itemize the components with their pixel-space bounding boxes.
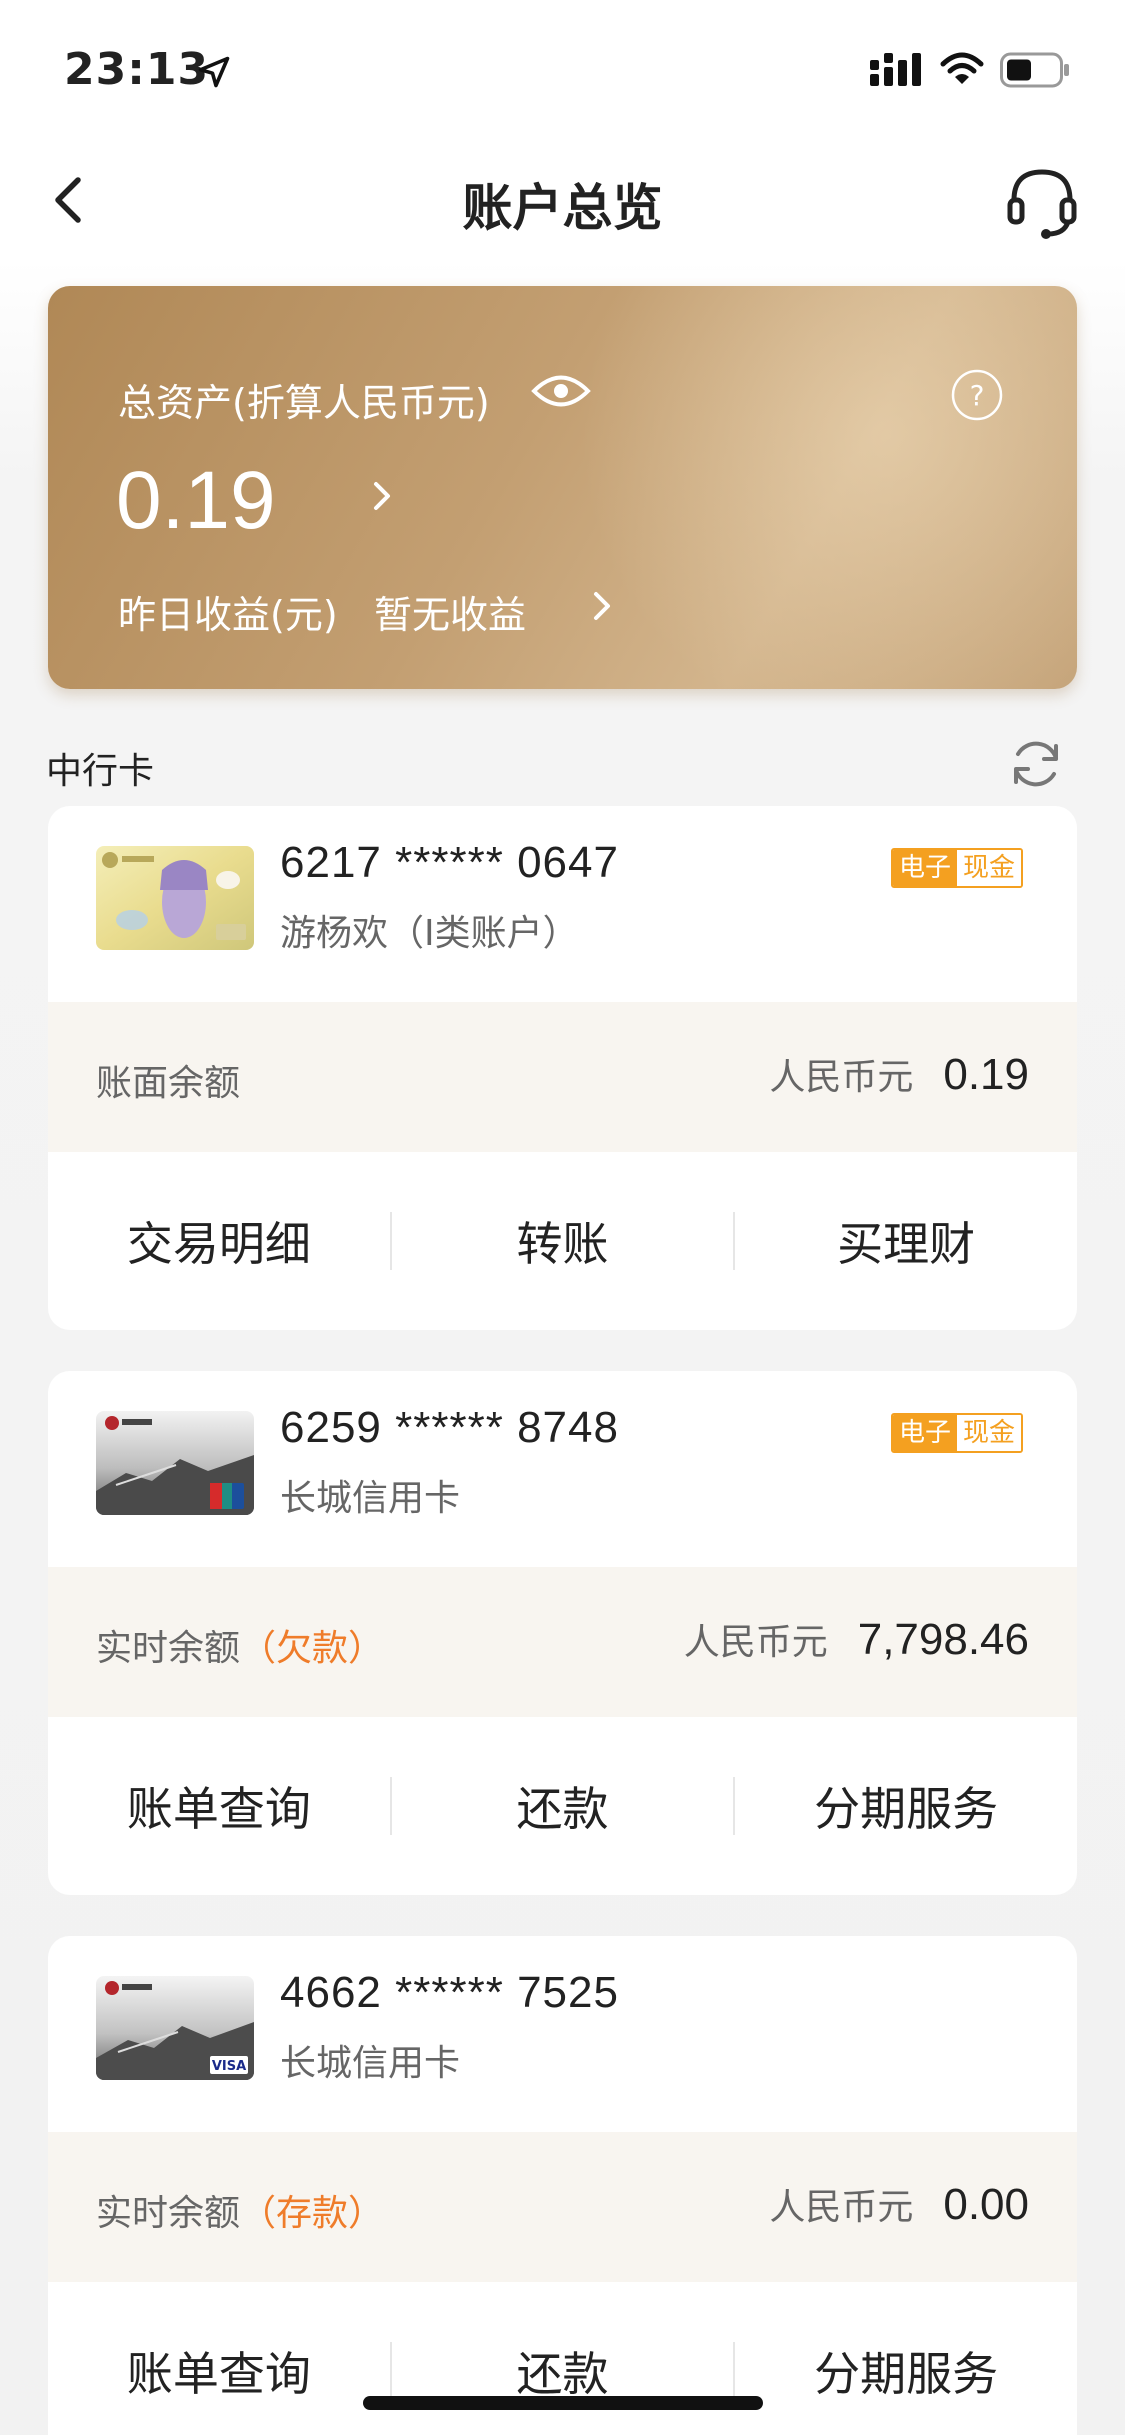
headset-icon[interactable] bbox=[1004, 164, 1080, 240]
status-bar: 23:13 bbox=[0, 0, 1125, 140]
card-product-name: 长城信用卡 bbox=[280, 1478, 461, 1519]
card-number: 6217 ****** 0647 bbox=[280, 838, 619, 887]
bill-inquiry-button[interactable]: 账单查询 bbox=[48, 2338, 390, 2404]
balance-amount-group: 人民币元 0.00 bbox=[769, 2178, 1029, 2230]
battery-icon bbox=[1000, 52, 1069, 88]
yesterday-earnings-value: 暂无收益 bbox=[374, 593, 527, 637]
account-card[interactable]: 6217 ****** 0647 游杨欢（I类账户） 电子 现金 账面余额 人民… bbox=[48, 806, 1077, 1330]
credit-card-thumbnail: VISA bbox=[96, 1976, 254, 2080]
total-assets-card[interactable]: 总资产(折算人民币元) ? 0.19 昨日收益(元) 暂无收益 bbox=[48, 286, 1077, 689]
badge-part-cash: 现金 bbox=[956, 1415, 1021, 1451]
wifi-icon bbox=[940, 52, 984, 84]
account-card[interactable]: VISA 4662 ****** 7525 长城信用卡 实时余额（存款） 人民币… bbox=[48, 1936, 1077, 2435]
balance-label-text: 实时余额 bbox=[96, 2193, 241, 2234]
balance-label: 实时余额（存款） bbox=[96, 2184, 384, 2236]
signal-icon bbox=[870, 53, 921, 86]
balance-amount-group: 人民币元 0.19 bbox=[769, 1048, 1029, 1100]
account-overview-page: 23:13 账户总览 总资产(折算人民币元) ? 0.19 昨日收益(元) 暂无… bbox=[0, 0, 1125, 2435]
balance-label: 实时余额（欠款） bbox=[96, 1619, 384, 1671]
page-title: 账户总览 bbox=[462, 179, 663, 237]
eye-icon[interactable] bbox=[530, 370, 592, 412]
balance-label-text: 账面余额 bbox=[96, 1063, 241, 1104]
currency-label: 人民币元 bbox=[769, 2187, 914, 2228]
repayment-button[interactable]: 还款 bbox=[392, 2338, 734, 2404]
balance-amount: 0.19 bbox=[943, 1050, 1029, 1099]
card-number: 4662 ****** 7525 bbox=[280, 1968, 619, 2017]
card-product-name: 长城信用卡 bbox=[280, 2043, 461, 2084]
account-holder-name: 游杨欢（I类账户） bbox=[280, 913, 579, 954]
balance-amount-group: 人民币元 7,798.46 bbox=[684, 1613, 1029, 1665]
svg-text:VISA: VISA bbox=[212, 2059, 246, 2074]
nav-bar: 账户总览 bbox=[0, 140, 1125, 260]
card-number: 6259 ****** 8748 bbox=[280, 1403, 619, 1452]
badge-part-cash: 现金 bbox=[956, 850, 1021, 886]
transaction-details-button[interactable]: 交易明细 bbox=[48, 1208, 390, 1274]
balance-status: （存款） bbox=[240, 2193, 385, 2234]
bill-inquiry-button[interactable]: 账单查询 bbox=[48, 1773, 390, 1839]
svg-text:?: ? bbox=[970, 379, 985, 412]
actions-row: 账单查询 还款 分期服务 bbox=[48, 2282, 1077, 2435]
badge-part-electronic: 电子 bbox=[892, 850, 957, 886]
section-title: 中行卡 bbox=[46, 751, 155, 792]
balance-label-text: 实时余额 bbox=[96, 1628, 241, 1669]
ecash-badge: 电子 现金 bbox=[890, 848, 1023, 888]
currency-label: 人民币元 bbox=[769, 1057, 914, 1098]
debit-card-thumbnail bbox=[96, 846, 254, 950]
actions-row: 账单查询 还款 分期服务 bbox=[48, 1717, 1077, 1895]
currency-label: 人民币元 bbox=[683, 1622, 828, 1663]
question-circle-icon[interactable]: ? bbox=[950, 368, 1004, 422]
total-assets-label: 总资产(折算人民币元) bbox=[118, 381, 490, 425]
chevron-right-icon[interactable] bbox=[582, 586, 622, 626]
location-arrow-icon bbox=[198, 56, 230, 88]
home-indicator[interactable] bbox=[363, 2396, 763, 2410]
installment-service-button[interactable]: 分期服务 bbox=[735, 1773, 1077, 1839]
refresh-icon[interactable] bbox=[1006, 734, 1066, 794]
balance-status: （欠款） bbox=[240, 1628, 385, 1669]
ecash-badge: 电子 现金 bbox=[890, 1413, 1023, 1453]
transfer-button[interactable]: 转账 bbox=[392, 1208, 734, 1274]
total-assets-value: 0.19 bbox=[116, 455, 276, 546]
balance-row: 账面余额 人民币元 0.19 bbox=[48, 1002, 1077, 1152]
status-time: 23:13 bbox=[64, 44, 210, 95]
balance-label: 账面余额 bbox=[96, 1054, 240, 1106]
balance-amount: 7,798.46 bbox=[857, 1615, 1029, 1664]
yesterday-earnings-label: 昨日收益(元) bbox=[118, 593, 338, 637]
badge-part-electronic: 电子 bbox=[892, 1415, 957, 1451]
card-sheen bbox=[577, 286, 1077, 689]
balance-amount: 0.00 bbox=[943, 2180, 1029, 2229]
installment-service-button[interactable]: 分期服务 bbox=[735, 2338, 1077, 2404]
actions-row: 交易明细 转账 买理财 bbox=[48, 1152, 1077, 1330]
account-card[interactable]: 6259 ****** 8748 长城信用卡 电子 现金 实时余额（欠款） 人民… bbox=[48, 1371, 1077, 1895]
buy-wealth-product-button[interactable]: 买理财 bbox=[735, 1208, 1077, 1274]
balance-row: 实时余额（存款） 人民币元 0.00 bbox=[48, 2132, 1077, 2282]
credit-card-thumbnail bbox=[96, 1411, 254, 1515]
chevron-right-icon[interactable] bbox=[362, 476, 402, 516]
balance-row: 实时余额（欠款） 人民币元 7,798.46 bbox=[48, 1567, 1077, 1717]
repayment-button[interactable]: 还款 bbox=[392, 1773, 734, 1839]
